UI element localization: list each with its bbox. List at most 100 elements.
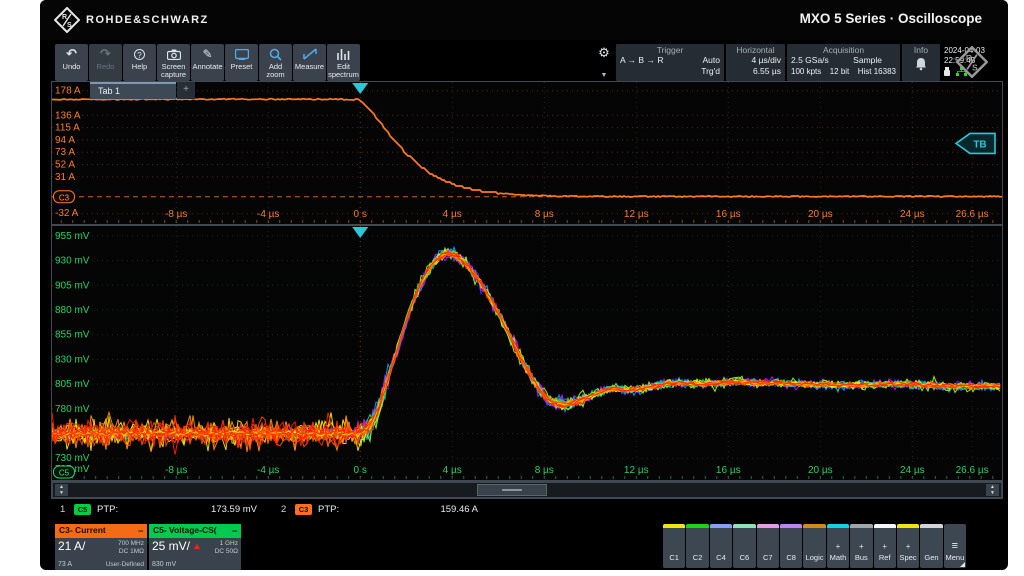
add-zoom-button[interactable]: Add zoom [259, 44, 292, 81]
undo-button[interactable]: ↶ Undo [55, 44, 88, 81]
measurement-results-bar: 1C5PTP:173.59 mV2C3PTP:159.46 A [52, 500, 1002, 518]
x-tick-label: 24 µs [900, 209, 925, 220]
dock-button-logic[interactable]: Logic [803, 524, 825, 568]
x-tick-label: 4 µs [443, 465, 462, 476]
channel-box-title-text: C3- Current [59, 525, 106, 538]
c5-persistence-trace [52, 251, 1000, 438]
c5-persistence-trace [52, 249, 1000, 440]
c3-current-trace[interactable] [52, 99, 1002, 198]
c3-channel-marker[interactable]: C3 [54, 191, 75, 203]
channel-box-c5[interactable]: C5- Voltage-CS(▁25 mV/1 GHzDC 50Ω830 mV [149, 524, 241, 570]
help-button[interactable]: ?Help [123, 44, 156, 81]
dock-button-label: Bus [855, 554, 868, 562]
measure-button[interactable]: Measure [293, 44, 326, 81]
menu-icon: ≡ [952, 541, 958, 551]
horizontal-scrollbar[interactable]: ▲▼ ▲▼ [52, 482, 1002, 498]
annotate-button[interactable]: ✎Annotate [191, 44, 224, 81]
minimize-icon[interactable]: ▁ [232, 525, 237, 538]
dock-button-spec[interactable]: +Spec [897, 524, 919, 568]
y-tick-label: 880 mV [55, 305, 90, 316]
voltage-waveform-panel[interactable]: -8 µs-4 µs0 s4 µs8 µs12 µs16 µs20 µs24 µ… [52, 226, 1002, 480]
dock-button-c7[interactable]: C7 [757, 524, 779, 568]
channel-box-title-c3[interactable]: C3- Current ▁ [55, 524, 147, 538]
y-tick-label: 930 mV [55, 256, 90, 267]
dock-button-c6[interactable]: C6 [733, 524, 755, 568]
edit-spectrum-icon [337, 47, 351, 61]
timebase-marker[interactable]: TB [956, 133, 995, 153]
preset-button[interactable]: Preset [225, 44, 258, 81]
c5-persistence-trace [52, 251, 1000, 439]
y-tick-label: 73 A [55, 147, 75, 158]
c5-persistence-trace [52, 251, 1000, 438]
dock-button-menu[interactable]: ≡ Menu [944, 524, 966, 568]
toolbar-button-label: Screen capture [157, 63, 190, 79]
scrollbar-right-arrows[interactable]: ▲▼ [986, 484, 999, 496]
svg-text:C3: C3 [59, 193, 70, 202]
toolbar-buttons: ↶ Undo ↷Redo?HelpScreen capture✎AnnotatePr… [55, 44, 360, 81]
c5-persistence-trace [52, 253, 1000, 452]
x-tick-label: 4 µs [443, 209, 462, 220]
channel-box-body[interactable]: 25 mV/1 GHzDC 50Ω830 mV [149, 538, 241, 570]
toolbar-config[interactable]: ⚙ ▼ [596, 44, 612, 81]
c5-channel-marker[interactable]: C5 [54, 466, 75, 478]
y-tick-label: 805 mV [55, 379, 90, 390]
resize-corner-icon [960, 562, 965, 567]
redo-button[interactable]: ↷Redo [89, 44, 122, 81]
edit-spectrum-button[interactable]: Edit spectrum [327, 44, 360, 81]
channel-box-body[interactable]: 21 A/700 MHzDC 1MΩ73 AUser-Defined [55, 538, 147, 570]
channel-box-title-c5[interactable]: C5- Voltage-CS(▁ [149, 524, 241, 538]
trigger-mode: Auto [701, 55, 720, 66]
y-tick-label: 730 mV [55, 453, 90, 464]
trigger-position-marker[interactable] [352, 83, 368, 94]
current-waveform-panel[interactable]: -8 µs-4 µs0 s4 µs8 µs12 µs16 µs20 µs24 µ… [52, 82, 1002, 224]
x-tick-label: -8 µs [165, 209, 187, 220]
rohde-schwarz-logo-icon: R S [54, 7, 80, 33]
trigger-status-panel[interactable]: Trigger A → B → R Auto Trg'd [616, 44, 724, 81]
chevron-down-icon[interactable]: ▼ [601, 72, 608, 79]
horizontal-status-panel[interactable]: Horizontal 4 µs/div 6.55 µs [726, 44, 785, 81]
dock-button-math[interactable]: +Math [827, 524, 849, 568]
dock-button-c4[interactable]: C4 [710, 524, 732, 568]
toolbar-button-label: Add zoom [259, 63, 292, 79]
tab-1[interactable]: Tab 1 [90, 82, 176, 99]
svg-text:S: S [67, 22, 72, 29]
c5-persistence-trace [52, 250, 1000, 438]
gear-icon[interactable]: ⚙ [598, 46, 610, 59]
info-status-panel[interactable]: Info [902, 44, 940, 81]
y-tick-label: 52 A [55, 160, 75, 171]
dock-button-ref[interactable]: +Ref [874, 524, 896, 568]
undo-icon: ↶ [66, 47, 77, 61]
scrollbar-handle[interactable] [477, 484, 547, 496]
c5-persistence-trace [52, 251, 1000, 447]
add-plus-icon: + [859, 543, 864, 551]
c5-persistence-trace [52, 250, 1000, 446]
svg-text:TB: TB [973, 139, 986, 150]
channel-color-stripe [827, 524, 849, 528]
y-tick-label: -32 A [55, 208, 79, 219]
channel-color-stripe [897, 524, 919, 528]
y-tick-label: 178 A [55, 86, 81, 97]
measurement-index: 2 [281, 504, 295, 515]
screen-capture-button[interactable]: Screen capture [157, 44, 190, 81]
dock-button-c8[interactable]: C8 [780, 524, 802, 568]
acquisition-status-panel[interactable]: Acquisition 2.5 GSa/s Sample 100 kpts 12… [787, 44, 900, 81]
toolbar-button-label: Undo [63, 63, 81, 71]
trigger-position-marker[interactable] [352, 227, 368, 238]
channel-color-stripe [803, 524, 825, 528]
x-tick-label: 0 s [354, 209, 367, 220]
dock-button-gen[interactable]: Gen [920, 524, 942, 568]
dock-button-bus[interactable]: + Bus [850, 524, 872, 568]
channel-color-stripe [757, 524, 779, 528]
dock-button-c1[interactable]: C1 [663, 524, 685, 568]
minimize-icon[interactable]: ▁ [138, 525, 143, 538]
dock-button-label: Menu [946, 554, 965, 562]
c5-persistence-trace [52, 248, 1000, 445]
measurement-channel-badge-c3: C3 [295, 504, 312, 515]
horizontal-scale: 4 µs/div [730, 55, 781, 66]
add-tab-button[interactable]: + [177, 82, 195, 99]
dock-button-c2[interactable]: C2 [686, 524, 708, 568]
channel-box-c3[interactable]: C3- Current ▁21 A/700 MHzDC 1MΩ73 AUser-D… [55, 524, 147, 570]
scrollbar-left-arrows[interactable]: ▲▼ [55, 484, 68, 496]
channel-bw-coupling: 700 MHzDC 1MΩ [118, 540, 144, 555]
y-tick-label: 780 mV [55, 404, 90, 415]
